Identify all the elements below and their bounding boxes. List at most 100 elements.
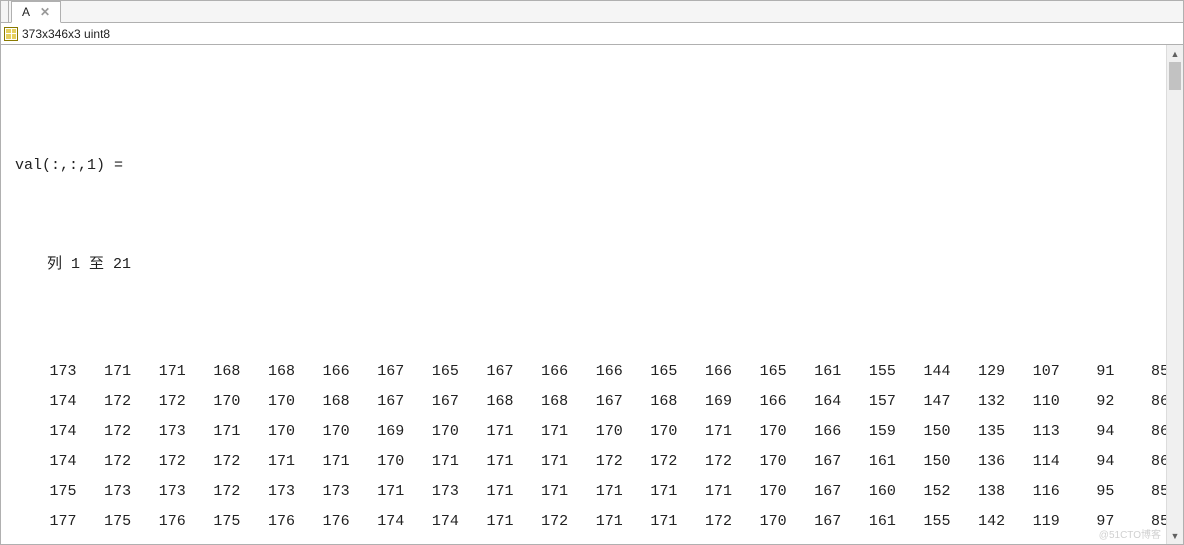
variable-dtype: 373x346x3 uint8 (22, 27, 110, 41)
matrix-cell: 172 (131, 387, 186, 417)
matrix-cell: 174 (404, 506, 459, 536)
table-row: 1771771771761761761751761741751731721731… (17, 536, 1169, 544)
matrix-cell: 173 (404, 476, 459, 506)
matrix-cell: 135 (951, 417, 1006, 447)
matrix-cell: 175 (514, 536, 569, 544)
matrix-cell: 166 (568, 357, 623, 387)
matrix-cell: 170 (732, 417, 787, 447)
matrix-cell: 171 (131, 357, 186, 387)
matrix-cell: 170 (240, 417, 295, 447)
matrix-cell: 138 (951, 476, 1006, 506)
matrix-cell: 171 (568, 506, 623, 536)
matrix-cell: 168 (295, 387, 350, 417)
matrix-cell: 155 (841, 357, 896, 387)
matrix-cell: 98 (1060, 536, 1115, 544)
matrix-cell: 171 (459, 447, 514, 477)
matrix-cell: 170 (732, 476, 787, 506)
vertical-scrollbar[interactable]: ▲ ▼ (1166, 45, 1183, 544)
matrix-cell: 172 (514, 506, 569, 536)
matrix-cell: 86 (1114, 417, 1169, 447)
matrix-cell: 91 (1060, 357, 1115, 387)
table-row: 1771751761751761761741741711721711711721… (17, 506, 1169, 536)
matrix-cell: 173 (677, 536, 732, 544)
matrix-cell: 172 (677, 447, 732, 477)
matrix-cell: 169 (677, 387, 732, 417)
matrix-cell: 170 (240, 387, 295, 417)
matrix-cell: 168 (186, 357, 241, 387)
matrix-cell: 146 (951, 536, 1006, 544)
matrix-cell: 174 (350, 506, 405, 536)
matrix-cell: 171 (459, 476, 514, 506)
matrix-cell: 170 (568, 417, 623, 447)
matrix-cell: 176 (404, 536, 459, 544)
matrix-cell: 176 (240, 506, 295, 536)
matrix-cell: 171 (459, 417, 514, 447)
matrix-cell: 176 (295, 506, 350, 536)
matrix-cell: 172 (186, 447, 241, 477)
matrix-cell: 172 (77, 387, 132, 417)
matrix-cell: 170 (186, 387, 241, 417)
matrix-cell: 136 (951, 447, 1006, 477)
matrix-cell: 86 (1114, 447, 1169, 477)
matrix-cell: 171 (514, 417, 569, 447)
table-row: 1751731731721731731711731711711711711711… (17, 476, 1169, 506)
matrix-cell: 175 (77, 506, 132, 536)
matrix-cell: 172 (623, 536, 678, 544)
matrix-cell: 119 (1005, 506, 1060, 536)
matrix-cell: 173 (295, 476, 350, 506)
matrix-cell: 171 (623, 506, 678, 536)
matrix-cell: 159 (896, 536, 951, 544)
scroll-thumb[interactable] (1169, 62, 1181, 90)
matrix-cell: 168 (459, 387, 514, 417)
close-icon[interactable]: ✕ (40, 6, 50, 18)
scroll-up-arrow-icon[interactable]: ▲ (1167, 45, 1183, 62)
matrix-cell: 173 (240, 476, 295, 506)
matrix-cell: 132 (951, 387, 1006, 417)
matrix-cell: 170 (623, 417, 678, 447)
matrix-cell: 85 (1114, 536, 1169, 544)
matrix-cell: 174 (459, 536, 514, 544)
matrix-cell: 166 (787, 417, 842, 447)
matrix-cell: 173 (17, 357, 77, 387)
matrix-cell: 166 (677, 357, 732, 387)
matrix-cell: 172 (568, 447, 623, 477)
matrix-cell: 176 (186, 536, 241, 544)
matrix-cell: 110 (1005, 387, 1060, 417)
matrix-cell: 166 (732, 387, 787, 417)
matrix-cell: 164 (787, 387, 842, 417)
matrix-cell: 176 (131, 506, 186, 536)
matrix-cell: 167 (787, 447, 842, 477)
matrix-cell: 166 (514, 357, 569, 387)
matrix-cell: 86 (1114, 387, 1169, 417)
table-row: 1741721721701701681671671681681671681691… (17, 387, 1169, 417)
matrix-cell: 168 (623, 387, 678, 417)
matrix-cell: 171 (186, 417, 241, 447)
matrix-cell: 177 (17, 536, 77, 544)
table-row: 1741721721721711711701711711711721721721… (17, 447, 1169, 477)
matrix-cell: 97 (1060, 506, 1115, 536)
tab-variable-a[interactable]: A ✕ (11, 1, 61, 23)
matrix-cell: 142 (951, 506, 1006, 536)
matrix-cell: 171 (295, 447, 350, 477)
matrix-cell: 161 (841, 447, 896, 477)
matrix-cell: 85 (1114, 476, 1169, 506)
matrix-cell: 172 (677, 506, 732, 536)
matrix-cell: 171 (623, 476, 678, 506)
variable-info-bar: 373x346x3 uint8 (1, 23, 1183, 45)
matrix-cell: 174 (17, 417, 77, 447)
matrix-cell: 175 (350, 536, 405, 544)
scroll-down-arrow-icon[interactable]: ▼ (1167, 527, 1183, 544)
matrix-cell: 171 (514, 476, 569, 506)
matrix-cell: 170 (295, 417, 350, 447)
matrix-cell: 169 (787, 536, 842, 544)
matrix-cell: 171 (568, 476, 623, 506)
matrix-cell: 172 (732, 536, 787, 544)
val-header: val(:,:,1) = (15, 154, 1169, 177)
column-range-header: 列 1 至 21 (29, 253, 1169, 276)
matrix-cell: 168 (514, 387, 569, 417)
matrix-cell: 114 (1005, 447, 1060, 477)
matrix-cell: 171 (350, 476, 405, 506)
matrix-cell: 94 (1060, 417, 1115, 447)
matrix-cell: 167 (568, 387, 623, 417)
matrix-cell: 172 (77, 417, 132, 447)
